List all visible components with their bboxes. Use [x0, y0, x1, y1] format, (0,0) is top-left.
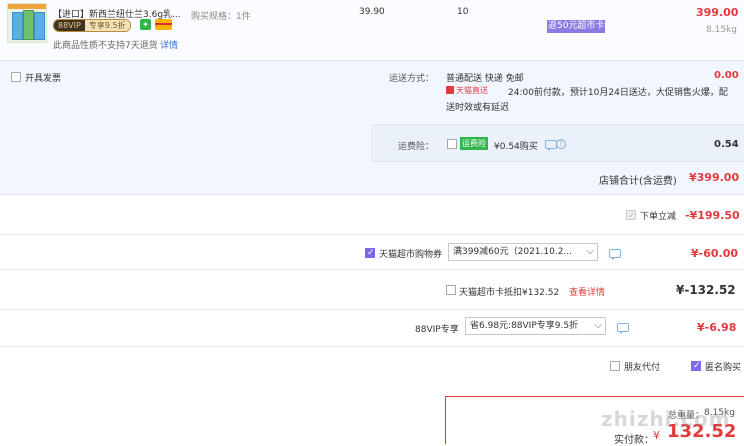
chevron-down-icon: ⌵ [594, 320, 602, 331]
shipping-note-line1: 24:00前付款，预计10月24日送达，大促销售火爆，配 [508, 88, 728, 98]
coupon-select[interactable]: 满399减60元（2021.10.2... ⌵ [448, 243, 598, 261]
divider [0, 346, 744, 347]
gift-icon [155, 19, 172, 30]
instant-discount-value: -¥199.50 [685, 209, 740, 222]
insurance-text[interactable]: ¥0.54购买 [494, 139, 538, 152]
divider [0, 234, 744, 235]
invoice-checkbox[interactable] [11, 72, 21, 82]
shipping-note-line2: 送时效或有延迟 [446, 103, 510, 113]
milk-box-image [34, 12, 45, 40]
site-watermark: zhizhi.com [601, 407, 731, 431]
coupon-select-value: 满399减60元（2021.10.2... [453, 247, 573, 257]
shipping-method: 普通配送 快递 免邮 [446, 74, 524, 84]
vip-discount-label: 专享9.5折 [84, 20, 130, 31]
store-total-value: ¥399.00 [689, 171, 740, 184]
chevron-down-icon: ⌵ [586, 246, 594, 257]
promo-tag: 返50元超市卡 [547, 20, 606, 33]
invoice-label[interactable]: 开具发票 [25, 71, 61, 84]
tmall-icon [446, 86, 454, 94]
divider [0, 269, 744, 270]
vip-badge-label: 88VIP [54, 20, 85, 31]
thumbnail-banner [8, 4, 46, 9]
product-thumbnail[interactable] [7, 3, 47, 43]
vip-value: ¥-6.98 [697, 321, 737, 334]
instant-discount-label: 下单立减 [640, 212, 677, 222]
card-detail-link[interactable]: 查看详情 [569, 285, 605, 298]
card-value: ¥-132.52 [676, 283, 736, 297]
milk-box-image [23, 10, 34, 40]
instant-discount-checkbox [626, 210, 636, 220]
unit-price: 39.90 [359, 7, 385, 17]
shipping-fee: 0.00 [714, 70, 739, 81]
anonymous-label[interactable]: 匿名购买 [705, 360, 741, 373]
vip-select-value: 省6.98元:88VIP专享9.5折 [470, 321, 579, 331]
spec-label: 购买规格：1件 [191, 12, 251, 22]
store-total-label: 店铺合计(含运费) [599, 176, 677, 187]
insurance-amount: 0.54 [714, 139, 739, 150]
insurance-label: 运费险： [398, 142, 435, 152]
green-service-icon: ✦ [140, 19, 151, 30]
quantity: 10 [457, 7, 469, 17]
card-checkbox[interactable] [446, 285, 456, 295]
subtotal: 399.00 [696, 6, 739, 19]
coupon-value: ¥-60.00 [691, 247, 739, 260]
return-note: 此商品性质不支持7天退货 [53, 41, 158, 51]
vip-badge: 88VIP 专享9.5折 [53, 19, 131, 32]
coupon-label[interactable]: 天猫超市购物券 [379, 247, 442, 260]
shipping-label: 运送方式： [389, 74, 435, 84]
vip-label: 88VIP专享 [415, 325, 459, 335]
insurance-checkbox[interactable] [447, 139, 457, 149]
coupon-checkbox[interactable] [365, 248, 375, 258]
vip-chat-icon[interactable] [617, 323, 629, 334]
friend-pay-checkbox[interactable] [610, 361, 620, 371]
gift-icon-band [155, 23, 172, 25]
weight: 8.15kg [706, 25, 737, 35]
coupon-chat-icon[interactable] [609, 249, 621, 260]
return-detail-link[interactable]: 详情 [160, 38, 178, 51]
tmall-direct-tag: 天猫直送 [446, 85, 488, 95]
anonymous-checkbox[interactable] [691, 361, 701, 371]
friend-pay-label[interactable]: 朋友代付 [624, 360, 660, 373]
milk-box-image [12, 12, 23, 40]
card-label[interactable]: 天猫超市卡抵扣¥132.52 [459, 285, 559, 298]
help-icon[interactable]: ? [556, 139, 566, 149]
tmall-direct-label: 天猫直送 [456, 85, 488, 95]
insurance-tag: 运费险 [460, 137, 488, 150]
vip-select[interactable]: 省6.98元:88VIP专享9.5折 ⌵ [465, 317, 606, 335]
divider [0, 309, 744, 310]
